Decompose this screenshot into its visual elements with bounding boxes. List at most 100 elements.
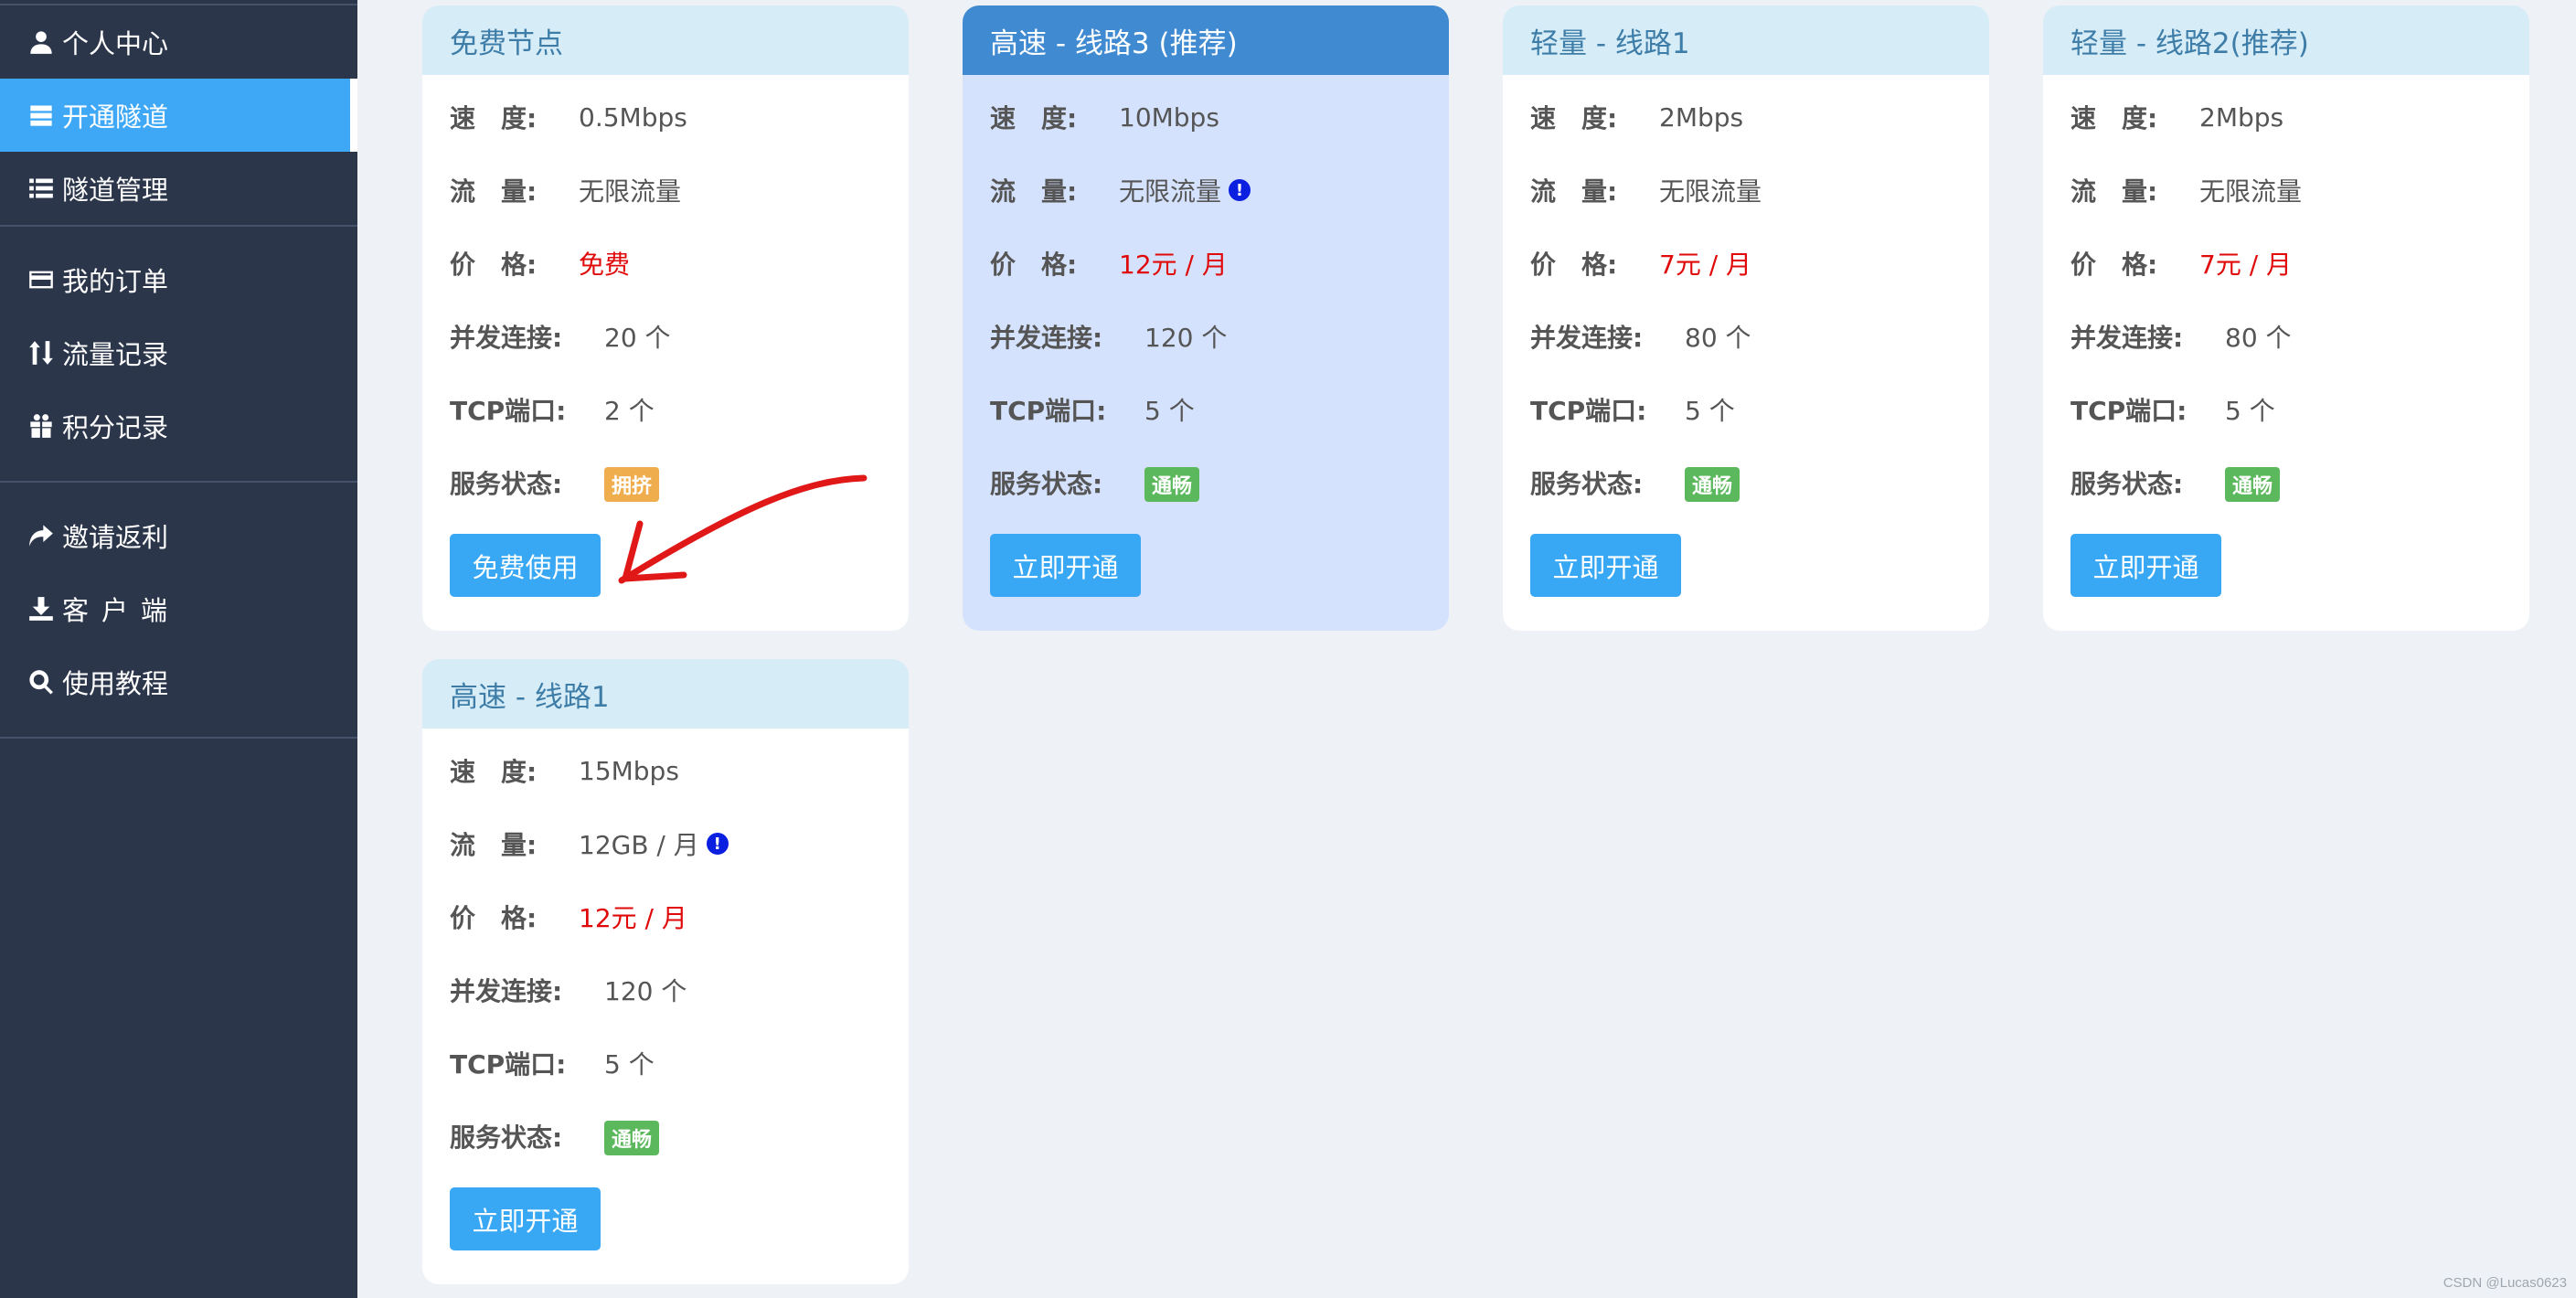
- sidebar-item-points-records[interactable]: 积分记录: [0, 389, 357, 463]
- user-icon: [27, 28, 55, 56]
- activate-button[interactable]: 立即开通: [1530, 534, 1681, 597]
- activate-button[interactable]: 立即开通: [2070, 534, 2221, 597]
- watermark: CSDN @Lucas0623: [2443, 1275, 2567, 1291]
- speed-value: 10Mbps: [1119, 101, 1219, 133]
- traffic-row: 流 量: 无限流量: [2070, 154, 2502, 227]
- sidebar-item-label: 流量记录: [62, 339, 169, 370]
- price-value: 7元 / 月: [1659, 250, 1752, 280]
- info-icon[interactable]: !: [706, 833, 729, 855]
- price-row: 价 格: 7元 / 月: [1530, 227, 1962, 300]
- sidebar-item-invite-rebate[interactable]: 邀请返利: [0, 499, 357, 572]
- concurrent-row: 并发连接: 80 个: [1530, 300, 1962, 373]
- server-icon: [27, 101, 55, 129]
- traffic-value: 无限流量: [1119, 176, 1222, 207]
- annotation-arrow-icon: [618, 474, 868, 584]
- traffic-value: 无限流量: [1659, 176, 1762, 207]
- speed-row: 速 度: 2Mbps: [1530, 80, 1962, 154]
- status-label: 服务状态:: [450, 1122, 563, 1153]
- concurrent-row: 并发连接: 20 个: [450, 300, 881, 373]
- plan-card-high-speed-1: 高速 - 线路1 速 度: 15Mbps 流 量: 12GB / 月! 价 格: 12…: [422, 659, 909, 1284]
- price-value: 12元 / 月: [579, 903, 687, 933]
- tcp-row: TCP端口: 5 个: [990, 373, 1421, 446]
- download-icon: [27, 595, 55, 622]
- nav-group-records: 我的订单 流量记录 积分记录: [0, 227, 357, 483]
- plan-card-light-2: 轻量 - 线路2(推荐) 速 度: 2Mbps 流 量: 无限流量 价 格: 7元 /…: [2043, 5, 2529, 631]
- concurrent-label: 并发连接:: [450, 976, 563, 1006]
- speed-label: 速 度:: [1530, 103, 1618, 133]
- card-title: 轻量 - 线路1: [1503, 5, 1989, 75]
- concurrent-row: 并发连接: 80 个: [2070, 300, 2502, 373]
- sidebar-item-orders[interactable]: 我的订单: [0, 243, 357, 316]
- card-body: 速 度: 2Mbps 流 量: 无限流量 价 格: 7元 / 月 并发连接: 80 个 …: [1503, 75, 1989, 597]
- concurrent-row: 并发连接: 120 个: [450, 953, 881, 1027]
- sidebar-item-open-tunnel[interactable]: 开通隧道: [0, 79, 357, 152]
- sidebar-item-tutorial[interactable]: 使用教程: [0, 645, 357, 718]
- concurrent-value: 80 个: [1685, 323, 1751, 353]
- price-value: 免费: [579, 250, 631, 280]
- concurrent-label: 并发连接:: [1530, 323, 1644, 353]
- price-label: 价 格:: [450, 250, 538, 280]
- plan-card-light-1: 轻量 - 线路1 速 度: 2Mbps 流 量: 无限流量 价 格: 7元 / 月 并…: [1503, 5, 1989, 631]
- sidebar-item-traffic-records[interactable]: 流量记录: [0, 316, 357, 389]
- card-body: 速 度: 10Mbps 流 量: 无限流量! 价 格: 12元 / 月 并发连接: 12…: [963, 75, 1449, 597]
- traffic-label: 流 量:: [450, 176, 538, 207]
- search-icon: [27, 668, 55, 696]
- concurrent-value: 20 个: [604, 323, 671, 353]
- status-label: 服务状态:: [450, 469, 563, 499]
- speed-row: 速 度: 2Mbps: [2070, 80, 2502, 154]
- status-row: 服务状态: 通畅: [2070, 446, 2502, 519]
- free-use-button[interactable]: 免费使用: [450, 534, 601, 597]
- speed-label: 速 度:: [450, 757, 538, 787]
- sidebar-item-label: 隧道管理: [62, 175, 169, 206]
- price-label: 价 格:: [990, 250, 1078, 280]
- sidebar-item-label: 我的订单: [62, 266, 169, 297]
- gift-icon: [27, 412, 55, 440]
- price-label: 价 格:: [450, 903, 538, 933]
- traffic-label: 流 量:: [450, 830, 538, 860]
- sidebar-item-label: 开通隧道: [62, 101, 169, 133]
- traffic-value: 无限流量: [579, 176, 682, 207]
- concurrent-value: 80 个: [2225, 323, 2292, 353]
- status-badge: 通畅: [604, 1121, 660, 1155]
- status-row: 服务状态: 通畅: [990, 446, 1421, 519]
- status-badge: 通畅: [1144, 467, 1200, 502]
- status-row: 服务状态: 通畅: [1530, 446, 1962, 519]
- tcp-value: 5 个: [2225, 396, 2275, 426]
- status-badge: 通畅: [1685, 467, 1740, 502]
- share-arrow-icon: [27, 522, 55, 549]
- activate-button[interactable]: 立即开通: [990, 534, 1141, 597]
- traffic-value: 12GB / 月: [579, 830, 699, 860]
- card-title: 高速 - 线路3 (推荐): [963, 5, 1449, 75]
- status-row: 服务状态: 通畅: [450, 1100, 881, 1173]
- credit-card-icon: [27, 266, 55, 293]
- sidebar-item-label: 使用教程: [62, 668, 169, 699]
- traffic-row: 流 量: 无限流量: [1530, 154, 1962, 227]
- tcp-label: TCP端口:: [1530, 396, 1647, 426]
- status-label: 服务状态:: [2070, 469, 2184, 499]
- sidebar-item-label: 积分记录: [62, 412, 169, 443]
- traffic-value: 无限流量: [2199, 176, 2303, 207]
- speed-value: 2Mbps: [1659, 101, 1744, 133]
- card-title: 高速 - 线路1: [422, 659, 909, 729]
- traffic-label: 流 量:: [1530, 176, 1618, 207]
- concurrent-value: 120 个: [604, 976, 687, 1006]
- sidebar-item-label: 客户端: [62, 595, 181, 626]
- nav-group-account: 个人中心 开通隧道 隧道管理: [0, 4, 357, 227]
- card-body: 速 度: 15Mbps 流 量: 12GB / 月! 价 格: 12元 / 月 并发连…: [422, 729, 909, 1250]
- tcp-row: TCP端口: 2 个: [450, 373, 881, 446]
- tcp-label: TCP端口:: [450, 1049, 567, 1080]
- card-title: 轻量 - 线路2(推荐): [2043, 5, 2529, 75]
- price-row: 价 格: 7元 / 月: [2070, 227, 2502, 300]
- sidebar-item-client[interactable]: 客户端: [0, 572, 357, 645]
- info-icon[interactable]: !: [1229, 179, 1251, 201]
- sidebar-item-tunnel-management[interactable]: 隧道管理: [0, 152, 357, 225]
- traffic-row: 流 量: 无限流量!: [990, 154, 1421, 227]
- concurrent-label: 并发连接:: [2070, 323, 2184, 353]
- price-value: 7元 / 月: [2199, 250, 2293, 280]
- tcp-row: TCP端口: 5 个: [1530, 373, 1962, 446]
- activate-button[interactable]: 立即开通: [450, 1187, 601, 1250]
- sidebar-item-profile[interactable]: 个人中心: [0, 5, 357, 79]
- sidebar-item-label: 邀请返利: [62, 522, 169, 553]
- price-row: 价 格: 12元 / 月: [990, 227, 1421, 300]
- speed-label: 速 度:: [450, 103, 538, 133]
